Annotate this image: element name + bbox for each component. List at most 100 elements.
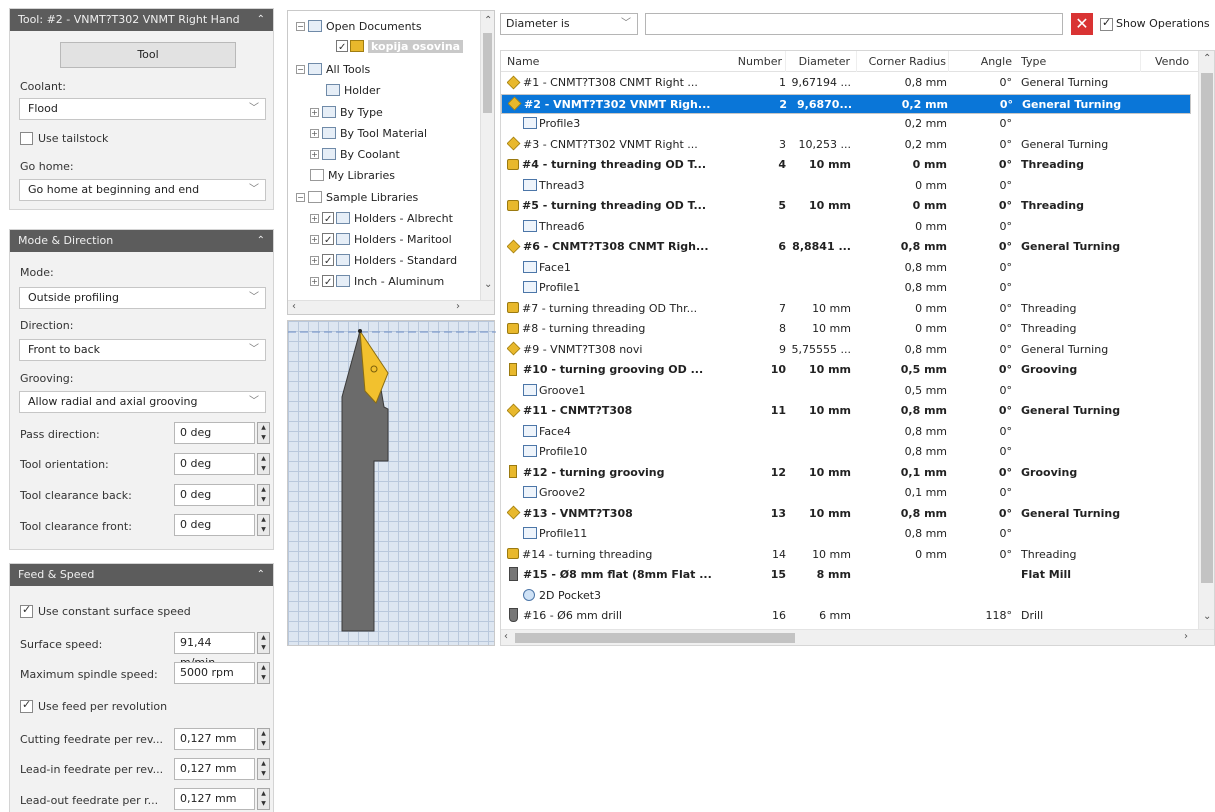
expand-box-icon[interactable]: + <box>310 149 319 159</box>
tree-item-holders-maritool[interactable]: + Holders - Maritool <box>310 230 452 251</box>
leadout-feedrate-input[interactable]: 0,127 mm <box>174 788 255 810</box>
expand-box-icon[interactable]: + <box>310 255 319 265</box>
collapse-icon[interactable]: ⌃ <box>257 9 265 31</box>
col-number[interactable]: Number <box>731 51 786 72</box>
collapse-box-icon[interactable]: − <box>296 64 305 74</box>
col-name[interactable]: Name <box>507 51 707 72</box>
grooving-select[interactable]: Allow radial and axial grooving ﹀ <box>19 391 266 413</box>
table-row[interactable]: #11 - CNMT?T308 11 10 mm 0,8 mm 0° General Tu… <box>501 401 1191 422</box>
cutting-feedrate-input[interactable]: 0,127 mm <box>174 728 255 750</box>
scroll-right-icon[interactable]: › <box>1184 631 1188 642</box>
tree-item-by-type[interactable]: + By Type <box>310 103 383 123</box>
collapse-icon[interactable]: ⌃ <box>257 564 265 586</box>
table-row-operation[interactable]: Face4 0,8 mm 0° <box>501 422 1191 443</box>
scroll-up-icon[interactable]: ⌃ <box>1203 53 1211 64</box>
scroll-right-icon[interactable]: › <box>456 301 460 312</box>
table-row[interactable]: #6 - CNMT?T308 CNMT Righ... 6 8,8841 ... 0,… <box>501 237 1191 258</box>
show-operations-toggle[interactable]: Show Operations <box>1100 16 1210 31</box>
pass-direction-stepper[interactable]: ▲ ▼ <box>257 422 270 444</box>
expand-box-icon[interactable]: + <box>310 213 319 223</box>
checkbox-icon[interactable] <box>322 273 334 293</box>
table-row[interactable]: #7 - turning threading OD Thr... 7 10 mm 0 … <box>501 299 1191 320</box>
col-corner-radius[interactable]: Corner Radius <box>859 51 949 72</box>
leadin-feedrate-input[interactable]: 0,127 mm <box>174 758 255 780</box>
tree-item-by-coolant[interactable]: + By Coolant <box>310 145 400 165</box>
checkbox-icon[interactable] <box>336 38 348 58</box>
scroll-left-icon[interactable]: ‹ <box>504 631 508 642</box>
cutting-feedrate-stepper[interactable]: ▲ ▼ <box>257 728 270 750</box>
tree-item-holders-albrecht[interactable]: + Holders - Albrecht <box>310 209 453 230</box>
table-row[interactable]: #12 - turning grooving 12 10 mm 0,1 mm 0° Gro… <box>501 463 1191 484</box>
tree-scroll-thumb[interactable] <box>483 33 492 113</box>
tree-item-sample-libraries[interactable]: − Sample Libraries <box>296 188 418 208</box>
expand-box-icon[interactable]: + <box>310 234 319 244</box>
checkbox-icon[interactable] <box>322 252 334 272</box>
pass-direction-input[interactable]: 0 deg <box>174 422 255 444</box>
tree-item-all-tools[interactable]: − All Tools <box>296 60 370 80</box>
table-row[interactable]: #8 - turning threading 8 10 mm 0 mm 0° Thread… <box>501 319 1191 340</box>
show-operations-checkbox[interactable] <box>1100 16 1113 31</box>
collapse-box-icon[interactable]: − <box>296 192 305 202</box>
table-row[interactable]: #2 - VNMT?T302 VNMT Righ... 2 9,6870... 0,2… <box>501 93 1191 114</box>
mode-select[interactable]: Outside profiling ﹀ <box>19 287 266 309</box>
col-angle[interactable]: Angle <box>953 51 1016 72</box>
surface-speed-input[interactable]: 91,44 m/min <box>174 632 255 669</box>
tool-section-header[interactable]: Tool: #2 - VNMT?T302 VNMT Right Hand ⌃ <box>10 9 273 31</box>
tree-horizontal-scrollbar[interactable]: ‹ › <box>288 300 494 314</box>
coolant-select[interactable]: Flood ﹀ <box>19 98 266 120</box>
expand-box-icon[interactable]: + <box>310 128 319 138</box>
leadout-feedrate-stepper[interactable]: ▲ ▼ <box>257 788 270 810</box>
collapse-icon[interactable]: ⌃ <box>257 230 265 252</box>
tree-item-kopija[interactable]: kopija osovina <box>336 37 464 58</box>
tool-orientation-stepper[interactable]: ▲ ▼ <box>257 453 270 475</box>
clear-filter-icon[interactable]: ✕ <box>1071 13 1093 35</box>
tree-item-my-libraries[interactable]: My Libraries <box>310 166 395 186</box>
table-row[interactable]: #4 - turning threading OD T... 4 10 mm 0 mm… <box>501 155 1191 176</box>
col-vendor[interactable]: Vendo <box>1155 51 1195 72</box>
tree-vertical-scrollbar[interactable]: ⌃ ⌄ <box>480 11 494 301</box>
tool-clearance-back-stepper[interactable]: ▲ ▼ <box>257 484 270 506</box>
expand-box-icon[interactable]: + <box>310 276 319 286</box>
table-scroll-thumb[interactable] <box>1201 73 1213 583</box>
table-row[interactable]: #13 - VNMT?T308 13 10 mm 0,8 mm 0° General Tu… <box>501 504 1191 525</box>
table-row-operation[interactable]: Thread6 0 mm 0° <box>501 217 1191 238</box>
table-horizontal-scrollbar[interactable]: ‹ › <box>501 629 1214 645</box>
direction-select[interactable]: Front to back ﹀ <box>19 339 266 361</box>
table-row-operation[interactable]: Face1 0,8 mm 0° <box>501 258 1191 279</box>
table-row[interactable]: #9 - VNMT?T308 novi 9 5,75555 ... 0,8 mm 0° G… <box>501 340 1191 361</box>
go-home-select[interactable]: Go home at beginning and end ﹀ <box>19 179 266 201</box>
max-spindle-speed-input[interactable]: 5000 rpm <box>174 662 255 684</box>
table-row[interactable]: #10 - turning grooving OD ... 10 10 mm 0,5 … <box>501 360 1191 381</box>
scroll-down-icon[interactable]: ⌄ <box>1203 611 1211 622</box>
use-tailstock-checkbox[interactable] <box>20 132 33 145</box>
filter-search-input[interactable] <box>645 13 1063 35</box>
scroll-up-icon[interactable]: ⌃ <box>484 15 492 26</box>
table-row[interactable]: #16 - Ø6 mm drill 16 6 mm 118° Drill <box>501 606 1191 627</box>
table-row-operation[interactable]: Groove1 0,5 mm 0° <box>501 381 1191 402</box>
table-row-operation[interactable]: Groove2 0,1 mm 0° <box>501 483 1191 504</box>
scroll-left-icon[interactable]: ‹ <box>292 301 296 312</box>
table-row-operation[interactable]: Profile11 0,8 mm 0° <box>501 524 1191 545</box>
tool-clearance-front-stepper[interactable]: ▲ ▼ <box>257 514 270 536</box>
constant-surface-speed-checkbox[interactable] <box>20 603 33 618</box>
table-row-operation[interactable]: 2D Pocket3 <box>501 586 1191 607</box>
table-row-operation[interactable]: Profile3 0,2 mm 0° <box>501 114 1191 135</box>
table-row[interactable]: #3 - CNMT?T302 VNMT Right ... 3 10,253 ...… <box>501 135 1191 156</box>
expand-box-icon[interactable]: + <box>310 107 319 117</box>
filter-select[interactable]: Diameter is ﹀ <box>500 13 638 35</box>
collapse-box-icon[interactable]: − <box>296 21 305 31</box>
tree-item-by-tool-material[interactable]: + By Tool Material <box>310 124 427 144</box>
table-row[interactable]: #1 - CNMT?T308 CNMT Right ... 1 9,67194 ..… <box>501 73 1191 94</box>
mode-direction-header[interactable]: Mode & Direction ⌃ <box>10 230 273 252</box>
table-row[interactable]: #5 - turning threading OD T... 5 10 mm 0 mm… <box>501 196 1191 217</box>
col-diameter[interactable]: Diameter <box>789 51 857 72</box>
surface-speed-stepper[interactable]: ▲ ▼ <box>257 632 270 654</box>
tree-item-holder[interactable]: Holder <box>326 81 380 101</box>
tree-item-inch-aluminum[interactable]: + Inch - Aluminum <box>310 272 444 293</box>
table-row[interactable]: #15 - Ø8 mm flat (8mm Flat ... 15 8 mm Flat… <box>501 565 1191 586</box>
table-row-operation[interactable]: Profile10 0,8 mm 0° <box>501 442 1191 463</box>
tool-clearance-front-input[interactable]: 0 deg <box>174 514 255 536</box>
table-row[interactable]: #14 - turning threading 14 10 mm 0 mm 0° Thre… <box>501 545 1191 566</box>
table-hscroll-thumb[interactable] <box>515 633 795 643</box>
feed-per-revolution-checkbox[interactable] <box>20 698 33 713</box>
